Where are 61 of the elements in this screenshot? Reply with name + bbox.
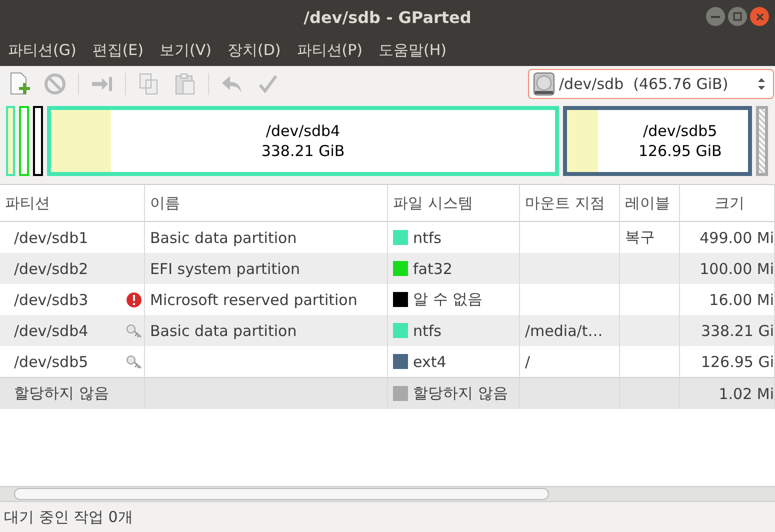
table-cell: Basic data partition xyxy=(150,322,297,340)
table-cell: 100.00 Mi xyxy=(700,260,774,278)
partition-segment[interactable]: /dev/sdb5 126.95 GiB xyxy=(563,106,752,176)
menu-item[interactable]: 보기(V) xyxy=(160,40,212,60)
table-cell: 알 수 없음 xyxy=(413,290,483,309)
column-header[interactable]: 레이블 xyxy=(620,185,680,222)
table-cell: Basic data partition xyxy=(150,228,297,246)
table-row[interactable]: 할당하지 않음 할당하지 않음 1.02 Mi xyxy=(0,377,775,409)
scrollbar-thumb[interactable] xyxy=(14,488,549,500)
table-cell: /dev/sdb2 xyxy=(14,260,88,278)
table-cell: Microsoft reserved partition xyxy=(150,290,358,308)
partition-name: /dev/sdb5 xyxy=(643,121,718,141)
partition-size: 338.21 GiB xyxy=(261,141,345,161)
table-cell: 126.95 Gi xyxy=(700,352,774,370)
table-cell: /media/t… xyxy=(525,322,603,340)
table-cell: 338.21 Gi xyxy=(700,322,774,340)
spinner-arrows-icon xyxy=(758,78,765,90)
menu-item[interactable]: 도움말(H) xyxy=(378,40,446,60)
new-document-icon[interactable] xyxy=(8,72,30,96)
maximize-icon xyxy=(733,12,742,21)
menu-item[interactable]: 파티션(P) xyxy=(296,40,362,60)
column-header[interactable]: 파티션 xyxy=(0,185,145,222)
table-cell: /dev/sdb1 xyxy=(14,228,88,246)
minimize-icon xyxy=(711,16,720,18)
column-header[interactable]: 마운트 지점 xyxy=(520,185,620,222)
unallocated-segment[interactable] xyxy=(756,106,768,176)
table-cell: ntfs xyxy=(413,228,442,246)
table-cell: / xyxy=(525,352,530,370)
table-cell: ext4 xyxy=(413,352,446,370)
partition-segment[interactable]: /dev/sdb4 338.21 GiB xyxy=(47,106,559,176)
menu-item[interactable]: 장치(D) xyxy=(227,40,281,60)
table-cell: 할당하지 않음 xyxy=(14,384,109,403)
table-cell: EFI system partition xyxy=(150,260,300,278)
device-dropdown[interactable]: /dev/sdb (465.76 GiB) xyxy=(528,69,774,99)
table-cell: 1.02 Mi xyxy=(718,384,774,402)
maximize-button[interactable] xyxy=(728,7,747,26)
horizontal-scrollbar[interactable] xyxy=(0,486,775,502)
close-button[interactable] xyxy=(750,7,769,26)
table-cell: 복구 xyxy=(625,228,655,247)
table-row[interactable]: /dev/sdb4 Basic data partition ntfs /media/t… 338.21 Gi xyxy=(0,315,775,346)
partition-name: /dev/sdb4 xyxy=(266,121,340,141)
table-cell: /dev/sdb5 xyxy=(14,352,88,370)
window-title: /dev/sdb - GParted xyxy=(304,8,472,26)
minimize-button[interactable] xyxy=(706,7,725,26)
status-text: 대기 중인 작업 0개 xyxy=(4,508,133,526)
column-header[interactable]: 파일 시스템 xyxy=(388,185,520,222)
partition-segment[interactable] xyxy=(33,106,43,176)
menu-item[interactable]: 편집(E) xyxy=(92,40,144,60)
table-cell: ntfs xyxy=(413,322,442,340)
table-cell: /dev/sdb4 xyxy=(14,322,88,340)
table-cell: 16.00 Mi xyxy=(709,290,774,308)
table-row[interactable]: /dev/sdb2 EFI system partition fat32 100.00 Mi xyxy=(0,253,775,284)
menu-item[interactable]: 파티션(G) xyxy=(8,40,76,60)
partition-size: 126.95 GiB xyxy=(638,141,722,161)
table-cell: 할당하지 않음 xyxy=(413,384,508,403)
table-cell: 499.00 Mi xyxy=(700,228,774,246)
close-icon xyxy=(756,12,764,20)
table-cell: /dev/sdb3 xyxy=(14,290,88,308)
table-cell: fat32 xyxy=(413,260,452,278)
column-header[interactable]: 크기 xyxy=(680,185,775,222)
column-header[interactable]: 이름 xyxy=(145,185,388,222)
